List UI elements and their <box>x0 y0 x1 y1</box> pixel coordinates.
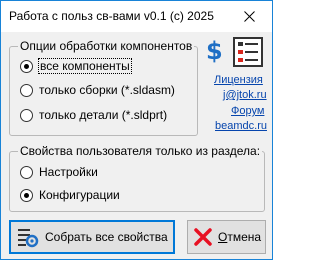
radio-configurations[interactable]: Конфигурации <box>20 188 120 202</box>
license-link[interactable]: Лицензия <box>214 74 263 86</box>
component-options-legend: Опции обработки компонентов <box>18 39 195 53</box>
radio-button[interactable] <box>20 83 33 97</box>
window-title: Работа с польз св-вами v0.1 (c) 2025 <box>9 9 214 23</box>
close-button[interactable] <box>226 1 272 32</box>
radio-button[interactable] <box>20 108 33 122</box>
checklist-icon <box>238 42 258 62</box>
list-settings-icon[interactable] <box>233 37 263 67</box>
radio-all-components[interactable]: все компоненты <box>20 58 132 74</box>
email-link[interactable]: j@jtok.ru <box>223 89 267 101</box>
radio-label: Конфигурации <box>39 188 120 202</box>
radio-button[interactable] <box>20 59 33 73</box>
dialog-window: Работа с польз св-вами v0.1 (c) 2025 Опц… <box>0 0 273 260</box>
radio-label: только сборки (*.sldasm) <box>39 83 175 97</box>
collect-all-label: Собрать все свойства <box>45 230 168 244</box>
radio-button[interactable] <box>20 165 33 179</box>
radio-label: только детали (*.sldprt) <box>39 108 168 122</box>
title-bar[interactable]: Работа с польз св-вами v0.1 (c) 2025 <box>1 1 272 32</box>
properties-section-group: Свойства пользователя только из раздела:… <box>9 144 265 212</box>
site-link[interactable]: beamdc.ru <box>215 120 267 132</box>
cancel-button[interactable]: Отмена <box>187 220 266 254</box>
radio-label: все компоненты <box>38 58 132 74</box>
cancel-label: Отмена <box>218 230 262 244</box>
radio-assemblies-only[interactable]: только сборки (*.sldasm) <box>20 83 175 97</box>
radio-label: Настройки <box>39 165 98 179</box>
properties-section-legend: Свойства пользователя только из раздела: <box>18 144 263 158</box>
radio-parts-only[interactable]: только детали (*.sldprt) <box>20 108 167 122</box>
collect-all-properties-button[interactable]: Собрать все свойства <box>9 220 175 254</box>
close-icon <box>243 11 255 22</box>
cancel-x-icon <box>194 228 212 246</box>
forum-link[interactable]: Форум <box>231 105 264 117</box>
radio-settings[interactable]: Настройки <box>20 165 98 179</box>
radio-button[interactable] <box>20 188 33 202</box>
dollar-icon[interactable]: $ <box>206 37 223 65</box>
settings-list-icon <box>18 229 39 248</box>
component-options-group: Опции обработки компонентов все компонен… <box>9 39 198 136</box>
